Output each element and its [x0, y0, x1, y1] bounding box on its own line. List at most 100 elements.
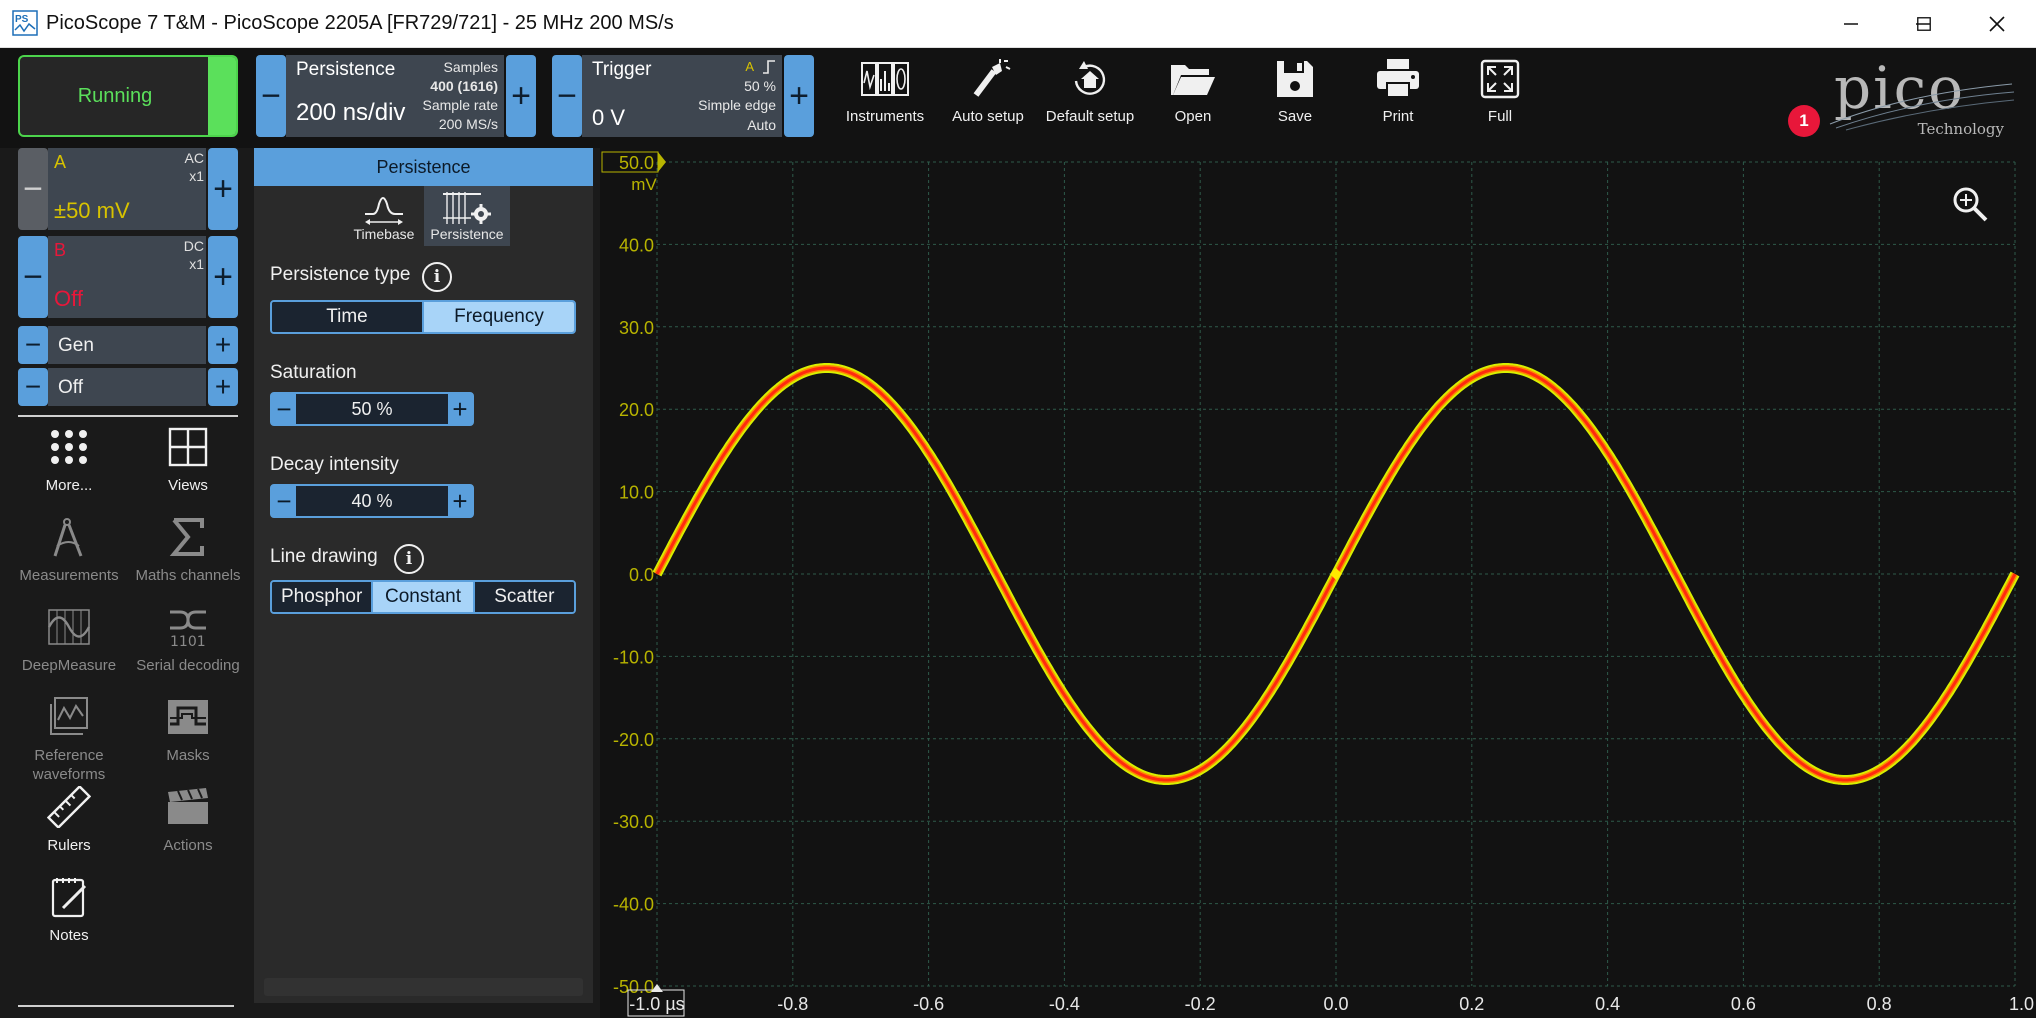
saturation-value[interactable]: 50 % — [296, 394, 448, 424]
print-button[interactable]: Print — [1346, 55, 1450, 135]
svg-text:1101: 1101 — [170, 634, 206, 648]
notification-count: 1 — [1799, 111, 1809, 130]
notification-badge[interactable]: 1 — [1788, 105, 1820, 137]
actions-label: Actions — [163, 837, 213, 854]
maximize-button[interactable] — [1889, 0, 1959, 48]
reference-waveforms-button[interactable]: Reference waveforms — [12, 696, 126, 784]
maths-channels-button[interactable]: Maths channels — [131, 516, 245, 585]
deepmeasure-button[interactable]: DeepMeasure — [12, 606, 126, 675]
instruments-label: Instruments — [845, 108, 925, 125]
channel-a-coupling: AC — [184, 150, 204, 166]
save-button[interactable]: Save — [1243, 55, 1347, 135]
views-button[interactable]: Views — [131, 426, 245, 495]
run-state-label: Running — [77, 84, 153, 107]
instruments-icon — [861, 62, 909, 96]
panel-scrollbar-track[interactable] — [264, 978, 583, 996]
x-tick-label: -0.8 — [777, 994, 808, 1014]
timebase-icon — [365, 197, 403, 225]
instruments-button[interactable]: Instruments — [833, 55, 937, 135]
zoom-icon[interactable] — [1953, 187, 1988, 222]
measurements-icon — [53, 518, 83, 557]
trigger-increase-button[interactable]: + — [784, 55, 814, 137]
x-tick-label: 1.0 — [2009, 994, 2034, 1014]
decay-decrease-button[interactable]: − — [272, 486, 296, 516]
views-grid-icon — [168, 427, 208, 467]
more-label: More... — [45, 477, 93, 494]
gen-label-box[interactable]: Gen — [48, 326, 206, 364]
scope-view[interactable]: 50.0 40.0 30.0 20.0 10.0 0.0 -10.0 -20.0 -30.0 -4… — [600, 148, 2036, 1018]
folder-open-icon — [1171, 65, 1215, 95]
trigger-decrease-button[interactable]: − — [552, 55, 582, 137]
default-setup-button[interactable]: Default setup — [1038, 55, 1142, 135]
saturation-decrease-button[interactable]: − — [272, 394, 296, 424]
masks-label: Masks — [166, 747, 210, 764]
minimize-button-real[interactable] — [1816, 0, 1886, 48]
tab-persistence[interactable]: Persistence — [424, 186, 510, 246]
measurements-button[interactable]: Measurements — [12, 516, 126, 585]
auto-setup-button[interactable]: Auto setup — [936, 55, 1040, 135]
persistence-type-time-option[interactable]: Time — [272, 302, 422, 332]
gen-increase-button[interactable]: + — [208, 326, 238, 364]
channel-b-increase-button[interactable]: + — [208, 236, 238, 318]
tab-timebase[interactable]: Timebase — [344, 186, 424, 246]
masks-button[interactable]: Masks — [131, 696, 245, 765]
full-screen-button[interactable]: Full — [1448, 55, 1552, 135]
settings-panel: Persistence Timebase Persistence Persist… — [254, 148, 593, 1003]
line-drawing-scatter-option[interactable]: Scatter — [472, 582, 574, 612]
channel-b-range: Off — [54, 286, 83, 311]
sample-rate-value: 200 MS/s — [438, 116, 498, 132]
actions-button[interactable]: Actions — [131, 786, 245, 855]
sidebar-divider — [18, 415, 238, 417]
notes-button[interactable]: Notes — [12, 876, 126, 945]
gen-state-box[interactable]: Off — [48, 368, 206, 406]
channel-a-axis-marker — [658, 152, 666, 172]
close-button[interactable] — [1962, 0, 2032, 48]
scope-plot[interactable]: 50.0 40.0 30.0 20.0 10.0 0.0 -10.0 -20.0 -30.0 -4… — [600, 148, 2036, 1018]
saturation-increase-button[interactable]: + — [448, 394, 472, 424]
run-stop-button[interactable]: Running — [18, 55, 238, 137]
channel-a-control[interactable]: A AC x1 ±50 mV — [48, 148, 206, 230]
y-tick-label: -20.0 — [613, 730, 654, 750]
persistence-type-frequency-option[interactable]: Frequency — [422, 302, 574, 332]
more-button[interactable]: More... — [12, 426, 126, 495]
serial-decoding-button[interactable]: 1101 Serial decoding — [131, 606, 245, 675]
timebase-decrease-button[interactable]: − — [256, 55, 286, 137]
default-setup-label: Default setup — [1045, 108, 1135, 125]
measurements-label: Measurements — [19, 567, 119, 584]
line-drawing-info-icon[interactable]: i — [394, 544, 424, 574]
views-label: Views — [168, 477, 208, 494]
channel-a-increase-button[interactable]: + — [208, 148, 238, 230]
channel-b-control[interactable]: B DC x1 Off — [48, 236, 206, 318]
close-icon — [1989, 16, 2005, 32]
x-tick-label: -0.6 — [913, 994, 944, 1014]
line-drawing-phosphor-option[interactable]: Phosphor — [272, 582, 372, 612]
decay-increase-button[interactable]: + — [448, 486, 472, 516]
y-tick-label: 0.0 — [629, 565, 654, 585]
gen-decrease-button[interactable]: − — [18, 326, 48, 364]
gen-state-decrease-button[interactable]: − — [18, 368, 48, 406]
pico-logo-subtext: Technology — [1917, 120, 2004, 138]
more-dots-icon — [51, 430, 87, 464]
decay-value[interactable]: 40 % — [296, 486, 448, 516]
persistence-type-info-icon[interactable]: i — [422, 262, 452, 292]
open-button[interactable]: Open — [1141, 55, 1245, 135]
timebase-increase-button[interactable]: + — [506, 55, 536, 137]
x-tick-label: 0.4 — [1595, 994, 1620, 1014]
channel-a-decrease-button[interactable]: − — [18, 148, 48, 230]
trigger-title: Trigger — [592, 59, 652, 80]
line-drawing-constant-option[interactable]: Constant — [371, 582, 473, 612]
y-tick-label: -40.0 — [613, 895, 654, 915]
trigger-control[interactable]: Trigger 0 V A 50 % Simple edge Auto — [582, 55, 782, 137]
maximize-icon — [1917, 17, 1931, 31]
gen-state: Off — [58, 377, 83, 398]
run-state-indicator — [208, 57, 236, 135]
gen-state-increase-button[interactable]: + — [208, 368, 238, 406]
serial-decoding-icon: 1101 — [170, 610, 206, 648]
picoscope-app-icon: PS — [12, 10, 38, 36]
channel-b-decrease-button[interactable]: − — [18, 236, 48, 318]
minimize-icon — [1844, 23, 1858, 25]
trigger-mode: Auto — [747, 117, 776, 133]
channel-b-name: B — [54, 240, 67, 260]
rulers-button[interactable]: Rulers — [12, 786, 126, 855]
timebase-control[interactable]: Persistence 200 ns/div Samples 400 (1616… — [286, 55, 504, 137]
